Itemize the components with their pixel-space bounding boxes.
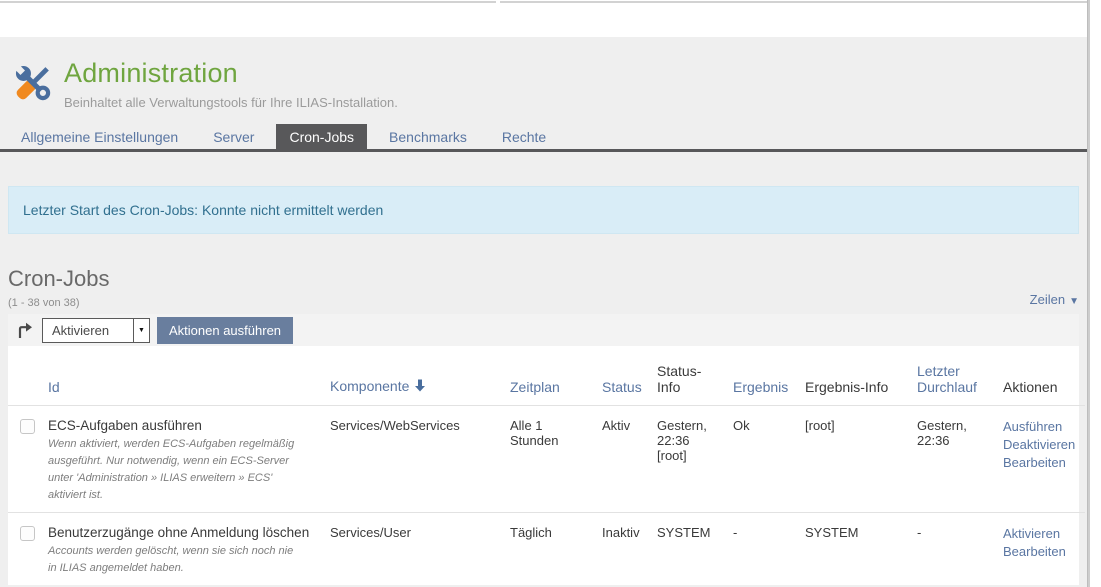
table-header: Id Komponente Zeitplan Status Status-Inf… xyxy=(8,346,1085,405)
tab-benchmarks[interactable]: Benchmarks xyxy=(376,124,480,149)
cell-status-info: Gestern, 22:36 [root] xyxy=(649,405,725,512)
cell-letzter-durchlauf: - xyxy=(909,512,995,585)
job-title: ECS-Aufgaben ausführen xyxy=(48,418,314,433)
tab-allgemeine-einstellungen[interactable]: Allgemeine Einstellungen xyxy=(8,124,191,149)
column-header-zeitplan: Zeitplan xyxy=(502,346,594,405)
cell-komponente: Services/WebServices xyxy=(322,405,502,512)
rows-menu-label: Zeilen xyxy=(1030,292,1065,307)
tab-server[interactable]: Server xyxy=(200,124,267,149)
apply-to-selection-arrow-icon xyxy=(15,320,35,340)
job-description: Accounts werden gelöscht, wenn sie sich … xyxy=(48,543,314,577)
bulk-action-select[interactable]: Aktivieren ▼ xyxy=(42,318,150,343)
cell-aktionen: Aktivieren Bearbeiten xyxy=(995,512,1085,585)
cron-jobs-table: Id Komponente Zeitplan Status Status-Inf… xyxy=(8,346,1085,585)
sort-desc-arrow-icon xyxy=(414,379,426,395)
bulk-actions-toolbar: Aktivieren ▼ Aktionen ausführen xyxy=(8,314,1079,346)
rows-menu-button[interactable]: Zeilen ▼ xyxy=(1030,292,1079,309)
cell-id: Benutzerzugänge ohne Anmeldung löschen A… xyxy=(40,512,322,585)
cell-ergebnis-info: SYSTEM xyxy=(797,512,909,585)
cell-select xyxy=(8,405,40,512)
column-header-komponente: Komponente xyxy=(322,346,502,405)
bulk-action-selected-value: Aktivieren xyxy=(43,319,133,342)
page-header: Administration Beinhaltet alle Verwaltun… xyxy=(0,37,1087,110)
cell-komponente: Services/User xyxy=(322,512,502,585)
column-header-aktionen: Aktionen xyxy=(995,346,1085,405)
cron-jobs-panel: Aktivieren ▼ Aktionen ausführen Id Komp xyxy=(8,314,1079,585)
action-link[interactable]: Deaktivieren xyxy=(1003,436,1077,454)
column-header-ergebnis-info: Ergebnis-Info xyxy=(797,346,909,405)
cell-status: Aktiv xyxy=(594,405,649,512)
cell-zeitplan: Alle 1 Stunden xyxy=(502,405,594,512)
info-message-box: Letzter Start des Cron-Jobs: Konnte nich… xyxy=(8,186,1079,234)
window-top-border xyxy=(500,1,1088,3)
table-count: (1 - 38 von 38) xyxy=(8,297,109,309)
action-link[interactable]: Aktivieren xyxy=(1003,525,1077,543)
tab-bar: Allgemeine Einstellungen Server Cron-Job… xyxy=(0,124,1087,152)
cell-id: ECS-Aufgaben ausführen Wenn aktiviert, w… xyxy=(40,405,322,512)
chevron-down-icon: ▼ xyxy=(1069,296,1079,307)
content-area: Administration Beinhaltet alle Verwaltun… xyxy=(0,37,1087,587)
execute-actions-button[interactable]: Aktionen ausführen xyxy=(157,317,293,344)
column-header-id: Id xyxy=(40,346,322,405)
job-description: Wenn aktiviert, werden ECS-Aufgaben rege… xyxy=(48,436,314,504)
column-header-status-info: Status-Info xyxy=(649,346,725,405)
action-link[interactable]: Ausführen xyxy=(1003,418,1077,436)
cell-status-info: SYSTEM xyxy=(649,512,725,585)
cell-aktionen: Ausführen Deaktivieren Bearbeiten xyxy=(995,405,1085,512)
cron-job-row: Benutzerzugänge ohne Anmeldung löschen A… xyxy=(8,512,1085,585)
job-title: Benutzerzugänge ohne Anmeldung löschen xyxy=(48,525,314,540)
page-subtitle: Beinhaltet alle Verwaltungstools für Ihr… xyxy=(64,95,398,110)
column-header-status: Status xyxy=(594,346,649,405)
window-right-border xyxy=(1087,0,1090,587)
table-title: Cron-Jobs xyxy=(8,266,109,292)
cell-status: Inaktiv xyxy=(594,512,649,585)
administration-tools-icon xyxy=(10,60,56,106)
table-heading: Cron-Jobs (1 - 38 von 38) xyxy=(8,266,109,309)
action-link[interactable]: Bearbeiten xyxy=(1003,543,1077,561)
window-top-border xyxy=(0,1,496,3)
cell-select xyxy=(8,512,40,585)
row-checkbox[interactable] xyxy=(20,526,35,541)
header-checkbox-spacer xyxy=(8,346,40,405)
page: Administration Beinhaltet alle Verwaltun… xyxy=(0,0,1101,587)
select-dropdown-arrow-icon: ▼ xyxy=(133,319,149,342)
row-checkbox[interactable] xyxy=(20,419,35,434)
tab-cron-jobs[interactable]: Cron-Jobs xyxy=(276,124,367,149)
page-header-titles: Administration Beinhaltet alle Verwaltun… xyxy=(64,58,398,110)
page-title: Administration xyxy=(64,58,398,89)
info-message-text: Letzter Start des Cron-Jobs: Konnte nich… xyxy=(23,202,383,218)
table-heading-row: Cron-Jobs (1 - 38 von 38) Zeilen ▼ xyxy=(8,266,1079,309)
column-header-ergebnis: Ergebnis xyxy=(725,346,797,405)
cell-letzter-durchlauf: Gestern, 22:36 xyxy=(909,405,995,512)
tab-rechte[interactable]: Rechte xyxy=(489,124,559,149)
cell-zeitplan: Täglich xyxy=(502,512,594,585)
cell-ergebnis: Ok xyxy=(725,405,797,512)
action-link[interactable]: Bearbeiten xyxy=(1003,454,1077,472)
cron-job-row: ECS-Aufgaben ausführen Wenn aktiviert, w… xyxy=(8,405,1085,512)
cell-ergebnis: - xyxy=(725,512,797,585)
column-header-letzter-durchlauf: Letzter Durchlauf xyxy=(909,346,995,405)
cell-ergebnis-info: [root] xyxy=(797,405,909,512)
